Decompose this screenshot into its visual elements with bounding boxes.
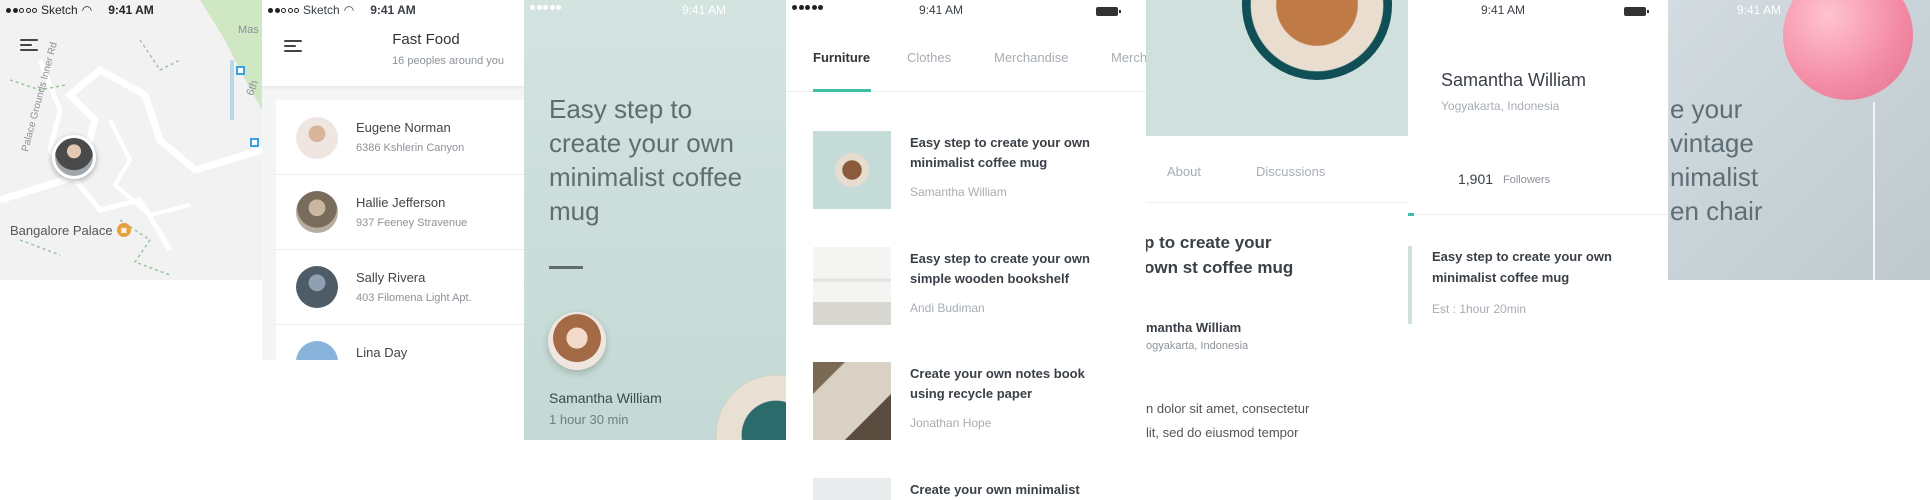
item-thumbnail (813, 131, 891, 209)
page-title: Fast Food (392, 31, 460, 48)
tab-merch[interactable]: Merch (1111, 50, 1146, 65)
shop-screen: 9:41 AM Furniture Clothes Merchandise Me… (786, 0, 1146, 500)
article-duration: 1 hour 30 min (549, 412, 629, 427)
coffee-cover-image (1146, 0, 1408, 136)
status-bar: 9:41 AM (1408, 0, 1668, 20)
profile-location: Yogyakarta, Indonesia (1441, 99, 1560, 113)
map-edge-label: Mas (238, 24, 259, 36)
followers-count: 1,901 (1458, 171, 1494, 187)
tab-divider (1146, 202, 1408, 203)
map-canvas[interactable] (0, 0, 262, 280)
header: Sketch ◠ 9:41 AM Fast Food 16 peoples aro… (262, 0, 524, 86)
coffee-mug-image (716, 375, 786, 440)
item-thumbnail (813, 362, 891, 440)
author-location: ogyakarta, Indonesia (1146, 340, 1249, 352)
profile-name: Samantha William (1441, 70, 1587, 90)
tab-discussions[interactable]: Discussions (1256, 164, 1325, 179)
battery-icon (1096, 5, 1121, 19)
page-subtitle: 16 peoples around you (392, 55, 504, 67)
status-bar: 9:41 AM (524, 0, 786, 20)
avatar (296, 341, 338, 360)
status-bar: 9:41 AM (786, 0, 1146, 20)
profile-divider (1408, 214, 1668, 215)
people-list: Eugene Norman 6386 Kshlerin Canyon Halli… (276, 100, 524, 360)
avatar (296, 191, 338, 233)
list-item[interactable]: Lina Day (276, 325, 524, 360)
tab-furniture[interactable]: Furniture (813, 50, 870, 65)
divider-accent (1408, 213, 1414, 216)
article-card[interactable]: Easy step to create your own minimalist … (1408, 246, 1668, 326)
map-pin (236, 66, 245, 75)
balloon-image (1783, 0, 1913, 100)
list-item[interactable]: Easy step to create your own minimalist … (813, 131, 1133, 211)
fastfood-screen: Sketch ◠ 9:41 AM Fast Food 16 peoples aro… (262, 0, 524, 360)
item-thumbnail (813, 478, 891, 500)
body-text: lit, sed do eiusmod tempor (1146, 425, 1299, 440)
list-item[interactable]: Create your own notes book using recycle… (813, 362, 1133, 442)
profile-screen: 9:41 AM Samantha William Yogyakarta, Ind… (1408, 0, 1668, 330)
tab-merchandise[interactable]: Merchandise (994, 50, 1068, 65)
tab-active-indicator (813, 89, 871, 92)
detail-screen: About Discussions p to create your own s… (1146, 0, 1408, 500)
list-item[interactable]: Create your own minimalist (813, 478, 1133, 500)
title-divider (549, 266, 583, 269)
map-pin (250, 138, 259, 147)
card-accent-bar (1408, 246, 1412, 324)
avatar (296, 266, 338, 308)
status-bar: Sketch ◠ 9:41 AM (0, 0, 262, 20)
item-thumbnail (813, 247, 891, 325)
tab-about[interactable]: About (1167, 164, 1201, 179)
article-title: Easy step to create your own minimalist … (549, 94, 743, 226)
balloon-string (1873, 102, 1875, 280)
article-screen: 9:41 AM Easy step to create your own min… (524, 0, 786, 440)
list-item[interactable]: Easy step to create your own simple wood… (813, 247, 1133, 327)
palace-pin-icon: ◙ (117, 223, 131, 237)
author-avatar[interactable] (548, 312, 606, 370)
article-title: p to create your own st coffee mug (1146, 233, 1294, 277)
place-label: Bangalore Palace (10, 223, 113, 238)
tab-clothes[interactable]: Clothes (907, 50, 951, 65)
list-item[interactable]: Eugene Norman 6386 Kshlerin Canyon (276, 100, 524, 175)
map-screen: Sketch ◠ 9:41 AM Palace Grounds Inner Rd … (0, 0, 262, 280)
tab-bar: Furniture Clothes Merchandise Merch (786, 40, 1146, 92)
status-bar: Sketch ◠ 9:41 AM (262, 0, 524, 20)
balloon-screen: 9:41 AM e your vintage nimalist en chair (1668, 0, 1930, 280)
followers-label: Followers (1503, 174, 1551, 186)
avatar (296, 117, 338, 159)
body-text: n dolor sit amet, consectetur (1146, 401, 1310, 416)
battery-icon (1624, 5, 1649, 19)
menu-icon[interactable] (284, 40, 302, 52)
menu-icon[interactable] (20, 39, 38, 51)
user-location-avatar[interactable] (52, 135, 96, 179)
article-title: e your vintage nimalist en chair (1670, 94, 1763, 226)
list-item[interactable]: Hallie Jefferson 937 Feeney Stravenue (276, 175, 524, 250)
author-name: mantha William (1146, 320, 1242, 335)
author-name: Samantha William (549, 390, 662, 406)
list-item[interactable]: Sally Rivera 403 Filomena Light Apt. (276, 250, 524, 325)
